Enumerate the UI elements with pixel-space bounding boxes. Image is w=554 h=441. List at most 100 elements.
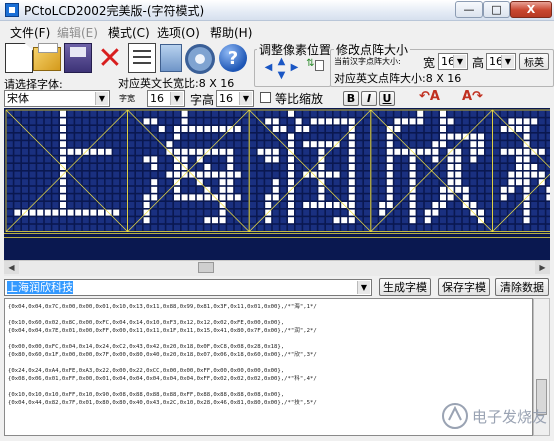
pixel-off [227,141,234,148]
menu-mode[interactable]: 模式(C) [108,24,150,41]
pixel-off [250,164,256,170]
pixel-off [500,179,507,186]
delete-x-icon[interactable]: ✕ [96,44,124,74]
pixel-off [500,209,507,216]
width-select[interactable]: 16 ▼ [438,53,468,70]
open-folder-icon[interactable] [33,43,61,71]
underline-button[interactable]: U [379,91,395,106]
menu-help[interactable]: 帮助(H) [210,24,252,41]
pixel-on [516,179,522,186]
horizontal-scrollbar[interactable] [4,260,550,276]
pixel-on [288,141,294,148]
help-icon[interactable]: ? [219,44,247,72]
scroll-left-icon[interactable]: ◀ [4,261,19,274]
chevron-down-icon: ▼ [95,92,108,105]
pixel-off [280,186,287,193]
pixel-off [14,110,21,117]
font-select[interactable]: 宋体 ▼ [4,90,110,107]
pixel-off [326,179,332,186]
pixel-off [52,224,59,231]
menu-file[interactable]: 文件(F) [10,24,50,41]
pixel-on [288,217,294,224]
pixel-off [242,156,249,163]
pixel-off [250,141,256,148]
pixel-on [432,202,439,208]
pixel-off [326,126,332,132]
pixel-off [341,186,348,193]
pixel-off [120,186,127,193]
pixel-off [288,224,294,231]
shift-left-icon[interactable]: ◀ [262,62,275,74]
pixel-off [257,224,264,231]
pixel-off [143,224,150,231]
pixel-on [546,194,550,201]
pixel-off [440,171,446,178]
pixel-off [379,133,386,140]
rotate-right-icon[interactable]: A↷ [462,89,496,106]
save-disk-icon[interactable] [64,43,92,73]
ascii-size-button[interactable]: 标英 [519,53,549,70]
pixel-off [379,186,386,193]
pixel-off [326,133,332,140]
pixel-off [341,171,348,178]
maximize-button[interactable]: □ [483,1,510,18]
pixel-off [52,126,59,132]
save-glyph-button[interactable]: 保存字模 [438,278,490,296]
shift-up-icon[interactable]: ▲ [275,56,288,68]
pixel-on [508,118,515,125]
gear-icon[interactable] [185,44,215,74]
scroll-right-icon[interactable]: ▶ [535,261,550,274]
pixel-on [516,156,522,163]
pixel-on [272,156,279,163]
proportional-checkbox[interactable] [260,92,271,103]
pixel-off [75,224,82,231]
pixel-off [6,118,13,125]
pixel-off [462,141,469,148]
rotate-left-icon[interactable]: ↶A [419,89,449,106]
pixel-off [295,148,302,155]
pixel-off [310,156,317,163]
char-width-select[interactable]: 16 ▼ [147,90,185,107]
pixel-off [98,126,104,132]
pixel-off [531,133,538,140]
clear-data-button[interactable]: 清除数据 [495,278,549,296]
pixel-off [516,194,522,201]
options-list-icon[interactable] [128,43,156,73]
shift-right-icon[interactable]: ▶ [288,62,301,74]
scroll-thumb[interactable] [198,262,214,273]
pixel-off [75,110,82,117]
italic-button[interactable]: I [361,91,377,106]
pixel-off [189,217,196,224]
generate-button[interactable]: 生成字模 [379,278,431,296]
pixel-off [424,194,431,201]
menu-edit[interactable]: 编辑(E) [57,24,98,41]
char-height-select[interactable]: 16 ▼ [216,90,254,107]
bold-button[interactable]: B [343,91,359,106]
pixel-off [136,110,142,117]
pixel-on [348,164,355,170]
shift-down-icon[interactable]: ▼ [275,70,288,82]
height-select[interactable]: 16 ▼ [486,53,516,70]
pixel-grid[interactable] [4,108,550,260]
pixel-off [75,118,82,125]
pixel-off [105,171,112,178]
settings-dialog-icon[interactable] [160,44,182,72]
pixel-on [531,164,538,170]
pixel-on [219,126,226,132]
pixel-off [14,126,21,132]
menu-options[interactable]: 选项(O) [157,24,200,41]
pixel-off [250,148,256,155]
pixel-off [143,141,150,148]
pixel-off [432,110,439,117]
pixel-off [493,209,500,216]
pixel-off [303,179,310,186]
text-input[interactable]: 上海润欣科技 ▼ [4,279,372,296]
pixel-off [82,171,89,178]
invert-icon[interactable] [315,60,324,71]
new-file-icon[interactable] [5,43,33,73]
pixel-off [432,186,439,193]
close-button[interactable]: X [510,1,552,18]
pixel-canvas[interactable] [4,108,550,260]
pixel-off [113,133,120,140]
minimize-button[interactable]: — [455,1,483,18]
